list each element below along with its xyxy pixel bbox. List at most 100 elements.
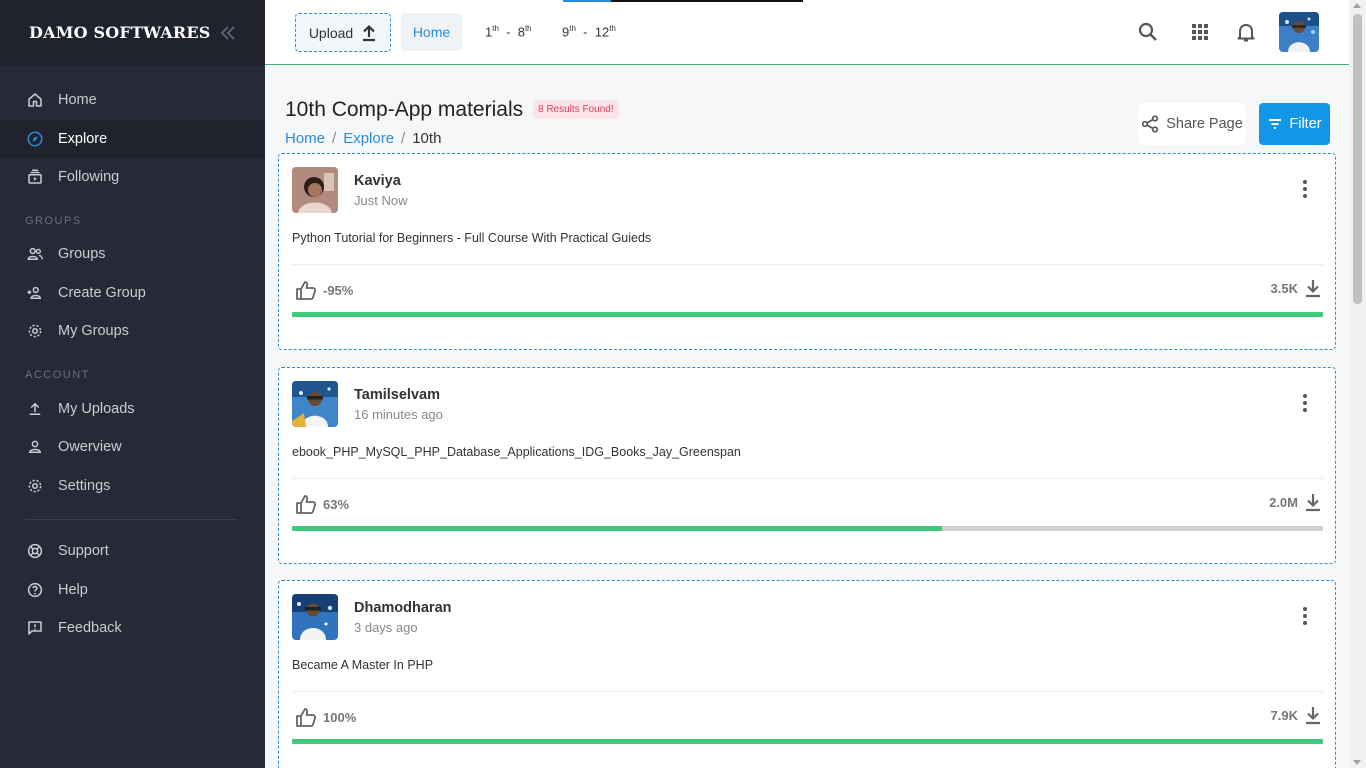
sidebar-item-label: My Groups bbox=[58, 323, 129, 339]
post-card[interactable]: Kaviya Just Now Python Tutorial for Begi… bbox=[278, 153, 1336, 350]
post-time: Just Now bbox=[354, 193, 408, 208]
author-avatar[interactable] bbox=[292, 381, 338, 427]
range-1-8-link[interactable]: 1th - 8th bbox=[485, 24, 532, 39]
rating-progress-bar bbox=[292, 312, 1323, 317]
sidebar-item-feedback[interactable]: Feedback bbox=[0, 609, 265, 647]
share-icon bbox=[1142, 115, 1159, 133]
post-time: 16 minutes ago bbox=[354, 407, 443, 422]
sidebar-item-label: Owerview bbox=[58, 439, 122, 455]
gear-icon bbox=[26, 322, 44, 340]
person-icon bbox=[26, 438, 44, 456]
rating-progress-bar bbox=[292, 526, 1323, 531]
sidebar-item-label: Create Group bbox=[58, 285, 146, 301]
more-vertical-icon[interactable] bbox=[1299, 178, 1311, 200]
group-add-icon bbox=[26, 284, 44, 302]
collapse-sidebar-icon[interactable] bbox=[218, 23, 238, 43]
scroll-down-arrow-icon[interactable] bbox=[1353, 760, 1361, 765]
author-avatar[interactable] bbox=[292, 167, 338, 213]
download-button[interactable]: 2.0M bbox=[1269, 492, 1322, 512]
sidebar-item-settings[interactable]: Settings bbox=[0, 467, 265, 505]
author-avatar[interactable] bbox=[292, 594, 338, 640]
download-button[interactable]: 7.9K bbox=[1271, 705, 1322, 725]
sidebar-item-home[interactable]: Home bbox=[0, 81, 265, 119]
sidebar-item-label: Explore bbox=[58, 131, 108, 147]
like-percentage: 63% bbox=[323, 496, 350, 512]
share-page-button[interactable]: Share Page bbox=[1138, 103, 1246, 145]
sidebar-item-label: Groups bbox=[58, 246, 106, 262]
breadcrumb-explore[interactable]: Explore bbox=[343, 130, 394, 147]
author-name[interactable]: Dhamodharan bbox=[354, 600, 452, 616]
sidebar-item-my-groups[interactable]: My Groups bbox=[0, 312, 265, 350]
range-9-12-link[interactable]: 9th - 12th bbox=[562, 24, 616, 39]
thumbs-up-icon bbox=[296, 708, 317, 727]
user-avatar[interactable] bbox=[1279, 12, 1319, 52]
filter-label: Filter bbox=[1289, 116, 1322, 132]
post-time: 3 days ago bbox=[354, 620, 418, 635]
apps-grid-icon[interactable] bbox=[1188, 20, 1212, 44]
rating-progress-bar bbox=[292, 739, 1323, 744]
search-icon[interactable] bbox=[1136, 20, 1160, 44]
download-count: 2.0M bbox=[1269, 494, 1298, 510]
breadcrumb-home[interactable]: Home bbox=[285, 130, 325, 147]
card-divider bbox=[292, 264, 1323, 265]
more-vertical-icon[interactable] bbox=[1299, 605, 1311, 627]
help-circle-icon bbox=[26, 581, 44, 599]
post-title[interactable]: Python Tutorial for Beginners - Full Cou… bbox=[292, 231, 651, 245]
brand-logo-text: DAMO SOFTWARES bbox=[29, 23, 211, 42]
filter-icon bbox=[1269, 119, 1282, 129]
post-title[interactable]: ebook_PHP_MySQL_PHP_Database_Application… bbox=[292, 445, 741, 459]
like-button[interactable]: -95% bbox=[295, 280, 353, 300]
upload-button-label: Upload bbox=[308, 24, 354, 41]
scroll-thumb[interactable] bbox=[1353, 14, 1362, 304]
upload-icon bbox=[363, 24, 376, 41]
sidebar-item-label: Support bbox=[58, 543, 109, 559]
bell-icon[interactable] bbox=[1234, 20, 1258, 44]
download-count: 7.9K bbox=[1270, 707, 1298, 723]
sidebar-item-overview[interactable]: Owerview bbox=[0, 428, 265, 466]
post-card[interactable]: Dhamodharan 3 days ago Became A Master I… bbox=[278, 580, 1336, 768]
sidebar-item-following[interactable]: Following bbox=[0, 158, 265, 196]
sidebar-item-groups[interactable]: Groups bbox=[0, 235, 265, 273]
sidebar-item-label: Following bbox=[58, 169, 120, 185]
sidebar-item-my-uploads[interactable]: My Uploads bbox=[0, 390, 265, 428]
upload-icon bbox=[26, 400, 44, 418]
sidebar-item-support[interactable]: Support bbox=[0, 532, 265, 570]
download-icon bbox=[1306, 707, 1320, 725]
author-name[interactable]: Tamilselvam bbox=[354, 387, 440, 403]
page-scrollbar[interactable] bbox=[1349, 0, 1366, 768]
scroll-up-arrow-icon[interactable] bbox=[1353, 3, 1361, 8]
gear-icon bbox=[26, 477, 44, 495]
sidebar-item-label: Settings bbox=[58, 478, 111, 494]
post-card[interactable]: Tamilselvam 16 minutes ago ebook_PHP_MyS… bbox=[278, 367, 1336, 564]
people-icon bbox=[26, 245, 44, 263]
sidebar-item-help[interactable]: Help bbox=[0, 571, 265, 609]
filter-button[interactable]: Filter bbox=[1259, 103, 1330, 145]
account-section-label: ACCOUNT bbox=[25, 369, 90, 381]
upload-button[interactable]: Upload bbox=[295, 13, 391, 52]
thumbs-up-icon bbox=[296, 495, 317, 514]
thumbs-up-icon bbox=[296, 281, 317, 300]
top-navbar: Upload Home 1th - 8th 9th - 12th bbox=[265, 0, 1349, 65]
breadcrumb: Home / Explore / 10th bbox=[285, 130, 441, 147]
like-percentage: -95% bbox=[323, 282, 354, 298]
groups-section-label: GROUPS bbox=[25, 215, 82, 227]
download-icon bbox=[1306, 280, 1320, 298]
more-vertical-icon[interactable] bbox=[1299, 392, 1311, 414]
post-title[interactable]: Became A Master In PHP bbox=[292, 658, 433, 672]
like-button[interactable]: 63% bbox=[295, 494, 349, 514]
sidebar-item-label: Help bbox=[58, 582, 88, 598]
home-icon bbox=[26, 91, 44, 109]
breadcrumb-separator: / bbox=[332, 130, 337, 147]
download-count: 3.5K bbox=[1270, 280, 1298, 296]
sidebar-item-explore[interactable]: Explore bbox=[0, 120, 265, 158]
like-button[interactable]: 100% bbox=[295, 707, 356, 727]
compass-icon bbox=[26, 130, 44, 148]
sidebar-item-create-group[interactable]: Create Group bbox=[0, 274, 265, 312]
sidebar-item-label: My Uploads bbox=[58, 401, 135, 417]
download-icon bbox=[1306, 494, 1320, 512]
page-title: 10th Comp-App materials bbox=[285, 98, 524, 121]
top-home-link[interactable]: Home bbox=[401, 13, 462, 51]
share-page-label: Share Page bbox=[1166, 116, 1243, 132]
author-name[interactable]: Kaviya bbox=[354, 173, 401, 189]
download-button[interactable]: 3.5K bbox=[1271, 278, 1322, 298]
